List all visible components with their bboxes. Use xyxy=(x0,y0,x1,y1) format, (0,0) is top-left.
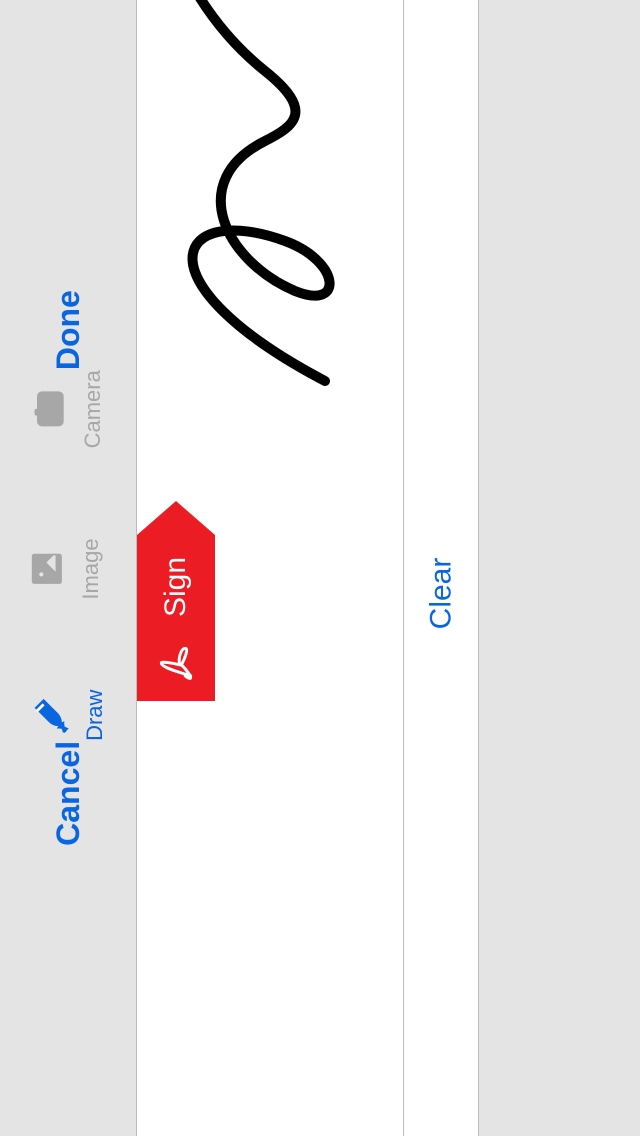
pen-icon xyxy=(28,694,70,736)
sign-here-tag: Sign xyxy=(137,501,215,701)
input-method-tabs: Draw Image Camera xyxy=(28,370,108,741)
tab-image[interactable]: Image xyxy=(28,538,108,599)
tab-camera-label: Camera xyxy=(80,370,106,448)
image-icon xyxy=(28,550,66,588)
tab-draw[interactable]: Draw xyxy=(28,690,108,741)
clear-button[interactable]: Clear xyxy=(424,557,458,629)
camera-icon xyxy=(28,389,68,429)
tab-draw-label: Draw xyxy=(82,690,108,741)
toolbar: Cancel Draw Image xyxy=(0,0,136,1136)
cancel-button[interactable]: Cancel xyxy=(50,741,87,846)
footer: Save to Device xyxy=(479,0,640,1136)
signature-canvas[interactable]: Sign xyxy=(136,0,404,1136)
acrobat-icon xyxy=(154,641,198,685)
tab-image-label: Image xyxy=(78,538,104,599)
clear-strip: Clear xyxy=(404,0,479,1136)
signature-stroke xyxy=(145,0,395,401)
done-button[interactable]: Done xyxy=(50,290,87,370)
sign-tag-label: Sign xyxy=(159,557,193,617)
tab-camera[interactable]: Camera xyxy=(28,370,108,448)
